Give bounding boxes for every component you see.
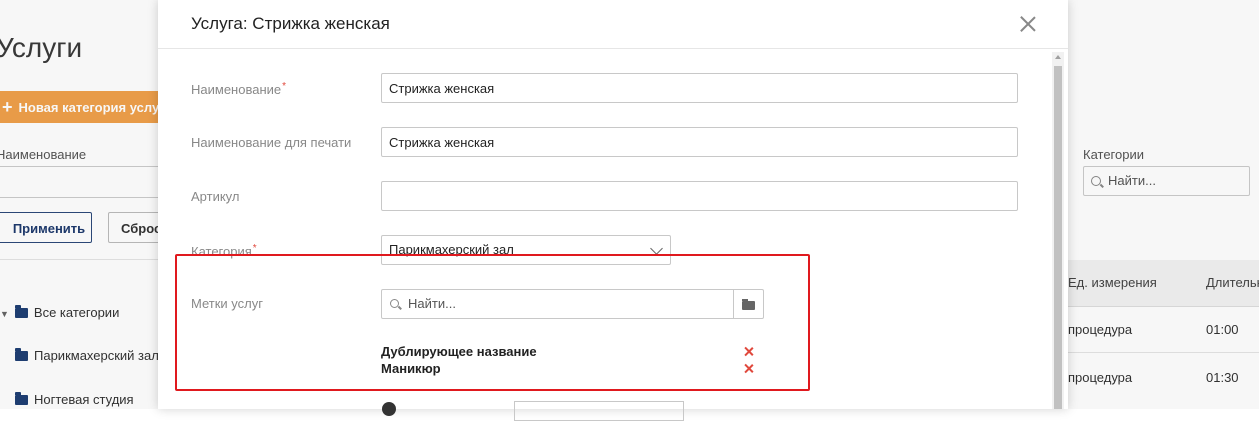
- service-edit-modal: Услуга: Стрижка женская Наименование* На…: [158, 0, 1068, 421]
- print-name-field-label: Наименование для печати: [191, 135, 352, 150]
- article-input[interactable]: [381, 181, 1018, 211]
- modal-title: Услуга: Стрижка женская: [191, 14, 390, 33]
- print-name-input[interactable]: [381, 127, 1018, 157]
- scrollbar[interactable]: [1052, 52, 1064, 409]
- tags-search-input[interactable]: Найти...: [381, 289, 734, 319]
- tags-search-placeholder: Найти...: [408, 296, 456, 311]
- chevron-down-icon: [650, 242, 663, 255]
- tags-field-label: Метки услуг: [191, 296, 263, 311]
- name-field-label: Наименование*: [191, 81, 286, 97]
- tag-item-label: Маникюр: [381, 361, 441, 376]
- name-label-text: Наименование: [191, 82, 282, 97]
- tag-item-label: Дублирующее название: [381, 344, 537, 359]
- tags-folder-button[interactable]: [733, 289, 764, 319]
- search-icon: [390, 299, 399, 308]
- article-field-label: Артикул: [191, 189, 240, 204]
- required-marker: *: [252, 243, 257, 254]
- scrollbar-thumb[interactable]: [1054, 66, 1062, 409]
- required-marker: *: [282, 81, 287, 92]
- tags-section-highlight: [175, 254, 810, 391]
- scroll-up-arrow-icon[interactable]: [1055, 55, 1061, 59]
- remove-tag-icon[interactable]: [743, 346, 755, 358]
- close-icon[interactable]: [1018, 14, 1038, 34]
- name-input[interactable]: [381, 73, 1018, 103]
- folder-icon: [742, 299, 755, 310]
- partial-input[interactable]: [514, 401, 684, 421]
- remove-tag-icon[interactable]: [743, 363, 755, 375]
- modal-header: Услуга: Стрижка женская: [158, 0, 1068, 49]
- radio-button[interactable]: [382, 402, 396, 416]
